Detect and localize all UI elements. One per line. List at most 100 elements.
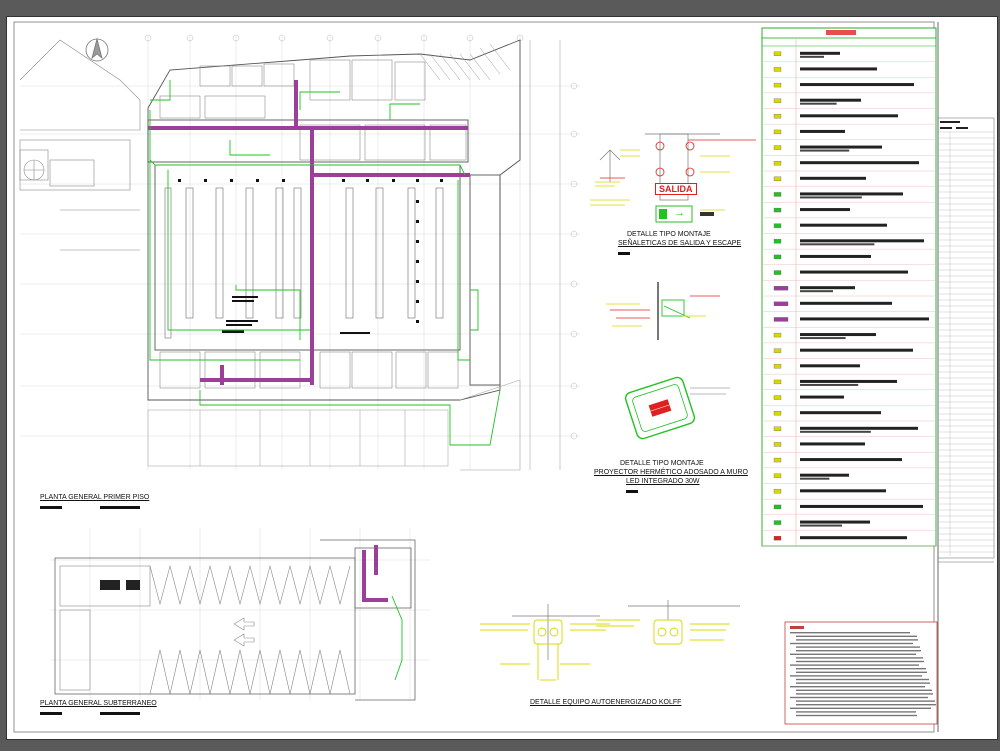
legend-text-bar (800, 536, 907, 540)
legend-text-bar (800, 176, 866, 180)
note-text-line (796, 650, 921, 652)
legend-symbol (773, 98, 782, 103)
legend-symbol (773, 270, 782, 275)
note-text-line (796, 646, 920, 648)
legend-symbol (773, 129, 782, 135)
legend-text-bar (800, 395, 844, 399)
note-text-line (790, 696, 928, 699)
legend-text-bar (800, 348, 913, 352)
detail-title-proyector-line2: PROYECTOR HERMÉTICO ADOSADO A MURO (594, 469, 748, 476)
legend-symbol (773, 348, 782, 353)
note-text-line (796, 704, 936, 706)
legend-text-bar (800, 364, 860, 368)
legend-text-bar (800, 270, 908, 274)
legend-symbol (773, 364, 782, 369)
note-text-line (796, 660, 924, 663)
legend-symbol (773, 176, 782, 181)
legend-symbol (773, 520, 782, 525)
kolff-detail (480, 600, 740, 681)
legend-symbol (773, 426, 782, 431)
legend-text-bar (800, 489, 886, 493)
legend-text-bar (800, 102, 837, 105)
legend-symbol (773, 286, 789, 291)
legend-text-bar (800, 337, 846, 340)
legend-text-bar (800, 426, 918, 430)
legend-symbol (773, 114, 782, 119)
legend-text-bar (800, 145, 882, 149)
plan-title-subterraneo: PLANTA GENERAL SUBTERRANEO (40, 700, 157, 707)
note-text-line (796, 639, 918, 641)
legend-symbol (773, 239, 782, 244)
subterraneo-plan (50, 528, 430, 701)
legend-symbol (773, 207, 782, 213)
legend-table (761, 27, 937, 547)
legend-text-bar (800, 442, 865, 446)
legend-text-bar (800, 286, 855, 290)
legend-symbol (773, 192, 782, 197)
legend-text-bar (800, 524, 842, 527)
scale-bar-primer-piso (40, 506, 62, 509)
scale-bar-primer-piso-2 (100, 506, 140, 509)
legend-text-bar (800, 290, 833, 293)
legend-symbol (773, 536, 782, 541)
legend-text-bar (800, 196, 862, 199)
legend-text-bar (800, 239, 924, 243)
legend-symbol (773, 51, 782, 56)
legend-text-bar (800, 114, 898, 118)
legend-text-bar (800, 223, 887, 227)
scale-bar-subterraneo (40, 712, 62, 715)
legend-symbol (773, 473, 782, 478)
notes-box (784, 621, 938, 725)
detail-title-senaleticas-line1: DETALLE TIPO MONTAJE (627, 231, 711, 238)
note-text-line (796, 700, 935, 702)
legend-text-bar (800, 383, 859, 386)
legend-text-bar (800, 208, 850, 212)
note-text-line (796, 635, 917, 637)
legend-text-bar (800, 504, 923, 508)
legend-text-bar (800, 83, 914, 87)
legend-text-bar (800, 254, 871, 258)
exit-arrow-icon: → (674, 207, 685, 219)
note-text-line (796, 689, 932, 691)
legend-text-bar (800, 149, 850, 152)
title-block (937, 22, 995, 732)
note-text-line (796, 693, 933, 695)
note-text-line (790, 653, 916, 655)
legend-symbol (773, 332, 782, 338)
note-text-line (790, 642, 913, 645)
scale-bar-proyector (626, 490, 638, 493)
note-text-line (796, 682, 930, 684)
legend-text-bar (800, 473, 849, 477)
legend-text-bar (800, 317, 929, 321)
lighting-circuits (149, 80, 501, 446)
legend-text-bar (800, 301, 892, 305)
cad-drawing (13, 21, 995, 733)
detail-title-senaleticas-line2: SEÑALETICAS DE SALIDA Y ESCAPE (618, 240, 742, 247)
plan-title-primer-piso: PLANTA GENERAL PRIMER PISO (40, 494, 150, 501)
proyector-detail (606, 282, 730, 440)
legend-text-bar (800, 192, 903, 196)
legend-symbol (773, 301, 789, 306)
legend-text-bar (800, 411, 881, 415)
detail-title-proyector-line3: LED INTEGRADO 30W (626, 478, 700, 485)
note-text-line (796, 714, 917, 717)
note-text-line (796, 678, 929, 681)
legend-text-bar (800, 333, 876, 337)
legend-symbol (773, 442, 782, 447)
legend-text-bar (800, 430, 871, 433)
legend-text-bar (800, 243, 875, 246)
legend-symbol (773, 254, 782, 260)
legend-symbol (773, 82, 782, 88)
legend-symbol (773, 411, 782, 416)
legend-text-bar (800, 55, 824, 58)
note-text-line (790, 632, 910, 634)
salida-sign: SALIDA (655, 183, 697, 195)
legend-symbol (773, 317, 789, 322)
legend-text-bar (800, 51, 840, 55)
legend-text-bar (800, 520, 870, 524)
note-text-line (790, 707, 931, 709)
legend-symbol (773, 395, 782, 400)
detail-title-kolff: DETALLE EQUIPO AUTOENERGIZADO KOLFF (530, 699, 682, 706)
primer-piso-plan (19, 34, 580, 471)
legend-text-bar (800, 161, 919, 165)
